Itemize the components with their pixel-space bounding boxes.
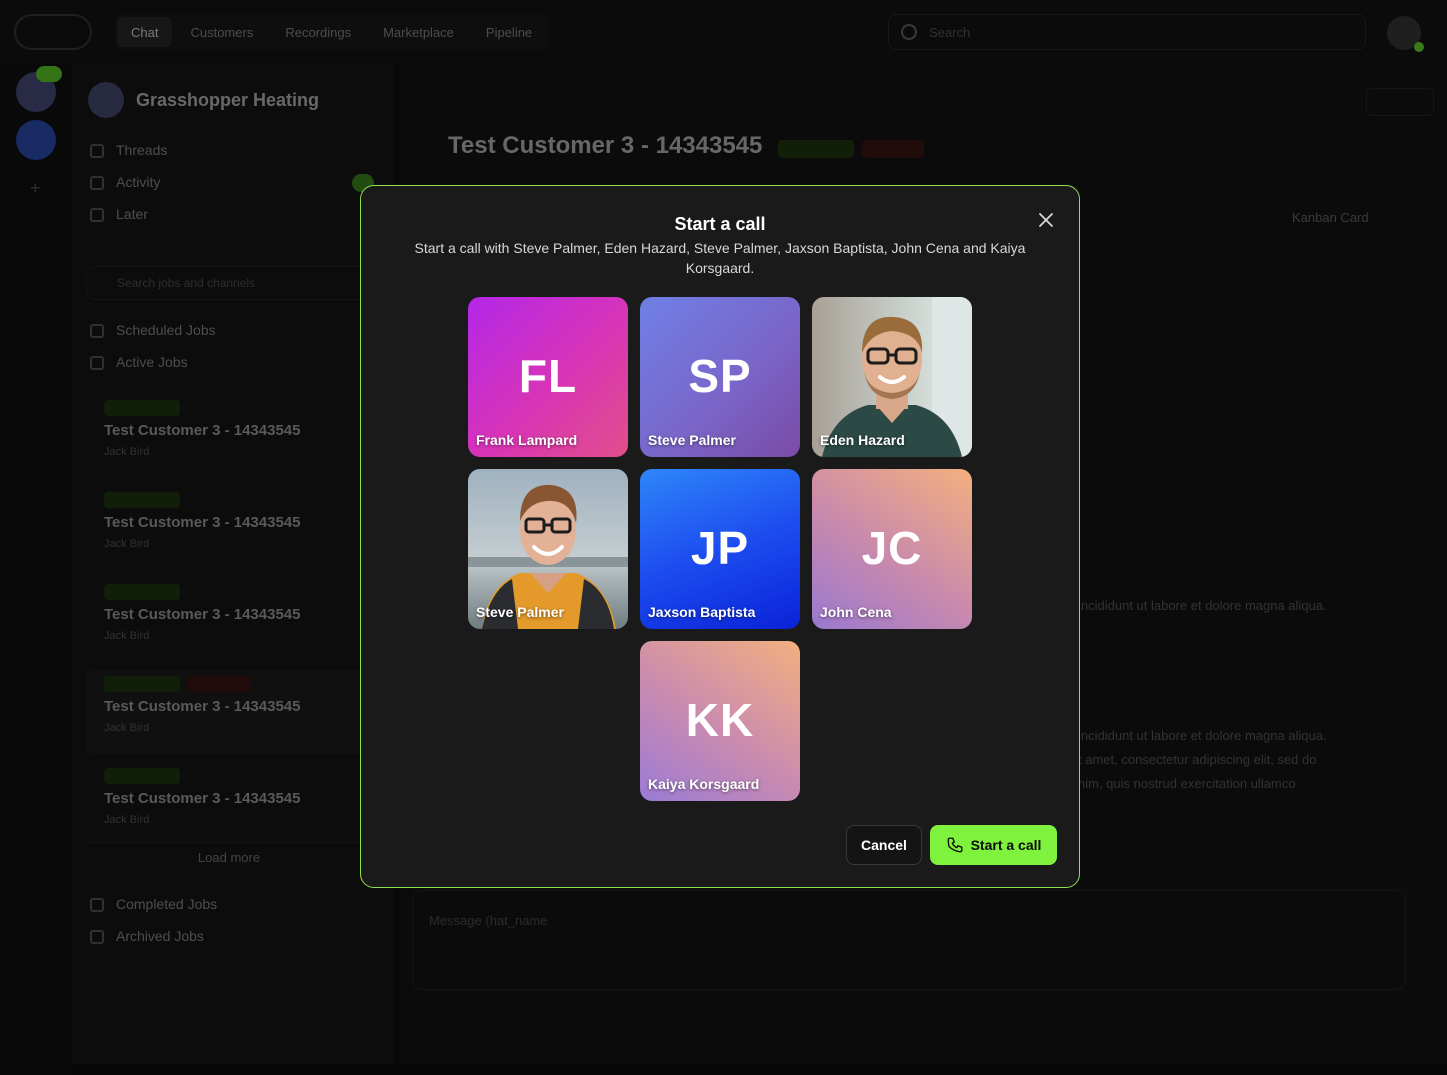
participant-name: Jaxson Baptista xyxy=(648,604,756,620)
start-call-dialog: Start a call Start a call with Steve Pal… xyxy=(360,185,1080,888)
participant-tile: FL Frank Lampard xyxy=(468,297,628,457)
participant-name: Steve Palmer xyxy=(476,604,564,620)
participant-name: Eden Hazard xyxy=(820,432,905,448)
cancel-button[interactable]: Cancel xyxy=(846,825,922,865)
start-call-button[interactable]: Start a call xyxy=(930,825,1057,865)
participant-initials: SP xyxy=(688,350,752,402)
participant-tile: Eden Hazard xyxy=(812,297,972,457)
participant-tile: JC John Cena xyxy=(812,469,972,629)
participant-initials: FL xyxy=(518,350,578,402)
participant-name: Frank Lampard xyxy=(476,432,578,448)
phone-icon xyxy=(947,837,963,853)
participant-name: Kaiya Korsgaard xyxy=(648,776,760,792)
participant-name: John Cena xyxy=(820,604,892,620)
participant-initials: JC xyxy=(861,522,923,574)
start-call-label: Start a call xyxy=(970,837,1042,853)
participant-initials: KK xyxy=(685,694,755,746)
participant-tile: SP Steve Palmer xyxy=(640,297,800,457)
participant-tile: JP Jaxson Baptista xyxy=(640,469,800,629)
participant-name: Steve Palmer xyxy=(648,432,736,448)
participant-tile: KK Kaiya Korsgaard xyxy=(640,641,800,801)
dialog-title: Start a call xyxy=(674,214,766,234)
participant-tile: Steve Palmer xyxy=(468,469,628,629)
participant-initials: JP xyxy=(690,522,750,574)
dialog-subtitle: Start a call with Steve Palmer, Eden Haz… xyxy=(414,240,1026,276)
